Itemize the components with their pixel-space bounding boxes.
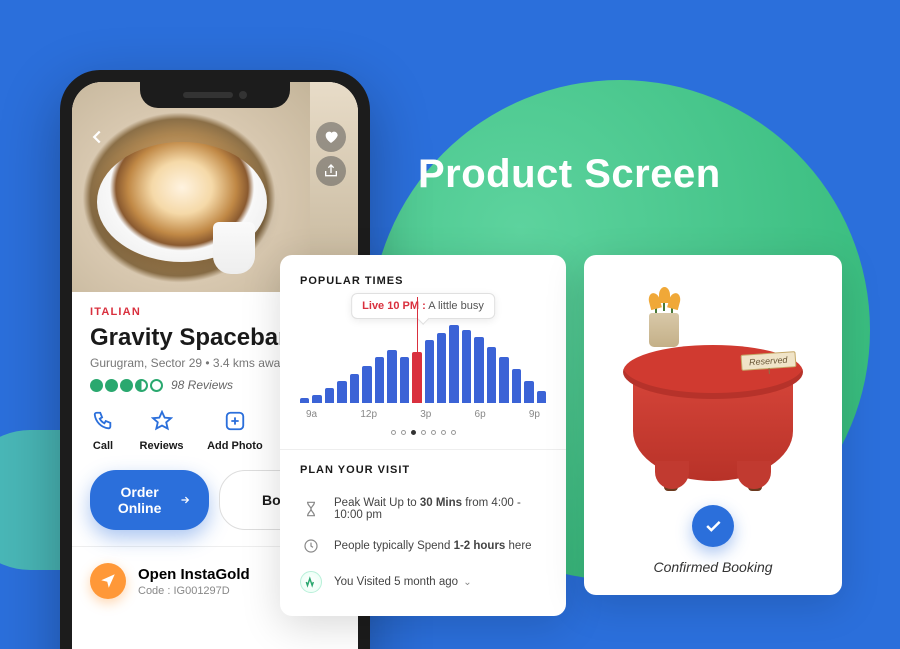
chart-bar: [449, 325, 458, 403]
rating-circle: [90, 379, 103, 392]
chart-bar: [387, 350, 396, 403]
pager-dot[interactable]: [401, 430, 406, 435]
chart-bar: [350, 374, 359, 403]
rating-circle: [150, 379, 163, 392]
chart-bar: [537, 391, 546, 403]
instagold-text: Open InstaGold Code : IG001297D: [138, 566, 250, 597]
chart-bar: [337, 381, 346, 403]
tooltip-status: A little busy: [426, 300, 484, 312]
plan-visit-label: PLAN YOUR VISIT: [300, 464, 546, 476]
plan-visit-text: People typically Spend 1-2 hours here: [334, 540, 532, 552]
review-count: 98 Reviews: [171, 378, 233, 392]
page-title: Product Screen: [418, 152, 721, 197]
pager-dot[interactable]: [431, 430, 436, 435]
chart-bar: [300, 398, 309, 403]
check-circle-icon: [692, 505, 734, 547]
chart-bar: [474, 337, 483, 403]
chart-bar: [437, 333, 446, 403]
plus-icon: [222, 408, 248, 434]
vase-pot: [649, 313, 679, 347]
back-icon[interactable]: [86, 126, 108, 154]
canvas: Product Screen: [0, 0, 900, 649]
add-photo-action[interactable]: Add Photo: [207, 408, 263, 452]
rating-circles: [90, 379, 163, 392]
rating-circle: [105, 379, 118, 392]
call-action[interactable]: Call: [90, 408, 116, 452]
flowers: [647, 291, 681, 317]
plan-visit-text: Peak Wait Up to 30 Mins from 4:00 - 10:0…: [334, 497, 546, 521]
share-icon[interactable]: [316, 156, 346, 186]
instagold-icon: [90, 563, 126, 599]
hourglass-icon: [300, 498, 322, 520]
x-tick: 9p: [529, 409, 540, 420]
chart-bar: [362, 366, 371, 403]
action-label: Call: [93, 440, 113, 452]
chart-bar: [487, 347, 496, 403]
pager-dot[interactable]: [391, 430, 396, 435]
plan-visit-item: Peak Wait Up to 30 Mins from 4:00 - 10:0…: [300, 490, 546, 528]
heart-icon[interactable]: [316, 122, 346, 152]
popular-times-label: POPULAR TIMES: [300, 275, 546, 287]
plan-visit-list: Peak Wait Up to 30 Mins from 4:00 - 10:0…: [300, 490, 546, 600]
plan-visit-item[interactable]: You Visited 5 month ago ⌄: [300, 564, 546, 600]
plan-visit-item: People typically Spend 1-2 hours here: [300, 528, 546, 564]
chart-bar: [325, 388, 334, 403]
booking-card: Reserved Confirmed Booking: [584, 255, 842, 595]
check-icon: [300, 571, 322, 593]
phone-notch: [140, 82, 290, 108]
popular-times-card: POPULAR TIMES Live 10 PM : A little busy…: [280, 255, 566, 616]
confirmed-booking-label: Confirmed Booking: [653, 559, 772, 575]
arrow-right-icon: [179, 492, 191, 508]
plan-visit-text: You Visited 5 month ago ⌄: [334, 576, 472, 588]
order-online-button[interactable]: Order Online: [90, 470, 209, 530]
action-label: Add Photo: [207, 440, 263, 452]
action-label: Reviews: [140, 440, 184, 452]
chart-x-axis: 9a 12p 3p 6p 9p: [300, 409, 546, 420]
chart-bar: [312, 395, 321, 403]
chart-wrap: [300, 325, 546, 403]
phone-icon: [90, 408, 116, 434]
chart-bar: [524, 381, 533, 403]
pager-dot[interactable]: [441, 430, 446, 435]
pager-dot[interactable]: [451, 430, 456, 435]
x-tick: 3p: [420, 409, 431, 420]
x-tick: 9a: [306, 409, 317, 420]
pager-dot[interactable]: [421, 430, 426, 435]
hero-cup: [213, 222, 255, 274]
hero-photo-main: [72, 82, 310, 292]
vase: [649, 313, 679, 347]
rating-circle: [135, 379, 148, 392]
chart-bar: [425, 340, 434, 403]
chart-bar: [375, 357, 384, 403]
x-tick: 6p: [475, 409, 486, 420]
pager-dots[interactable]: [300, 430, 546, 435]
table-illustration: Reserved: [604, 275, 822, 491]
order-online-label: Order Online: [108, 484, 171, 516]
hero-icon-col: [316, 122, 346, 186]
chart-bar: [512, 369, 521, 403]
clock-icon: [300, 535, 322, 557]
pager-dot[interactable]: [411, 430, 416, 435]
live-indicator-line: [417, 297, 418, 403]
instagold-code: Code : IG001297D: [138, 585, 250, 597]
live-tooltip: Live 10 PM : A little busy: [351, 293, 495, 319]
chart-bar: [400, 357, 409, 403]
rating-circle: [120, 379, 133, 392]
instagold-title: Open InstaGold: [138, 566, 250, 583]
chart-bar: [462, 330, 471, 403]
star-icon: [149, 408, 175, 434]
chart-bar: [499, 357, 508, 403]
x-tick: 12p: [360, 409, 377, 420]
popular-times-chart: [300, 325, 546, 403]
reviews-action[interactable]: Reviews: [140, 408, 184, 452]
divider: [280, 449, 566, 450]
chevron-down-icon: ⌄: [463, 577, 471, 588]
